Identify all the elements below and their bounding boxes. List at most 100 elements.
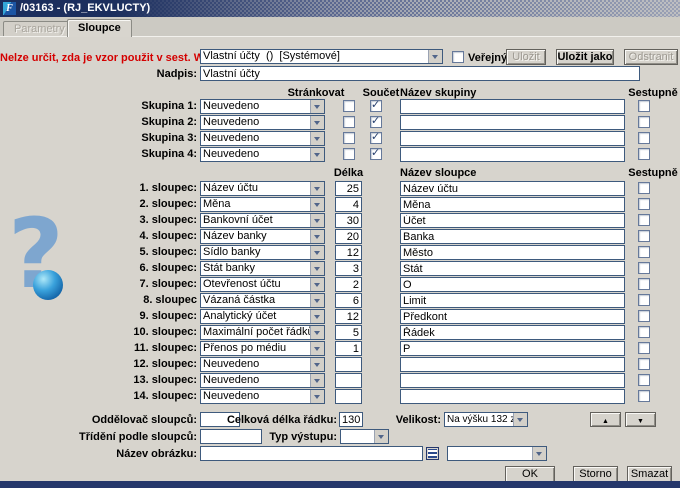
- chevron-down-icon[interactable]: [310, 182, 324, 195]
- sum-checkbox[interactable]: [370, 115, 382, 128]
- sum-checkbox[interactable]: [370, 147, 382, 160]
- chevron-down-icon[interactable]: [310, 294, 324, 307]
- chevron-down-icon[interactable]: [310, 278, 324, 291]
- length-input[interactable]: [335, 229, 362, 244]
- length-input[interactable]: [335, 309, 362, 324]
- group-source-select[interactable]: Neuvedeno: [200, 131, 325, 146]
- column-name-input[interactable]: [400, 325, 625, 340]
- column-source-select[interactable]: Analytický účet: [200, 309, 325, 324]
- descending-checkbox[interactable]: [638, 310, 650, 322]
- column-name-input[interactable]: [400, 309, 625, 324]
- column-source-select[interactable]: Vázaná částka: [200, 293, 325, 308]
- chevron-down-icon[interactable]: [310, 246, 324, 259]
- column-name-input[interactable]: [400, 245, 625, 260]
- descending-checkbox[interactable]: [638, 390, 650, 402]
- chevron-down-icon[interactable]: [310, 198, 324, 211]
- chevron-down-icon[interactable]: [513, 413, 527, 426]
- descending-checkbox[interactable]: [638, 246, 650, 258]
- descending-checkbox[interactable]: [638, 374, 650, 386]
- chevron-down-icon[interactable]: [310, 262, 324, 275]
- paginate-checkbox[interactable]: [343, 148, 355, 160]
- image-name-input[interactable]: [200, 446, 423, 461]
- column-source-select[interactable]: Otevřenost účtu: [200, 277, 325, 292]
- chevron-down-icon[interactable]: [310, 326, 324, 339]
- length-input[interactable]: [335, 245, 362, 260]
- save-button[interactable]: Uložit: [506, 49, 546, 65]
- descending-checkbox[interactable]: [638, 116, 650, 128]
- image-extra-select[interactable]: [447, 446, 547, 461]
- descending-checkbox[interactable]: [638, 358, 650, 370]
- column-source-select[interactable]: Neuvedeno: [200, 389, 325, 404]
- length-input[interactable]: [335, 261, 362, 276]
- chevron-down-icon[interactable]: [310, 310, 324, 323]
- column-source-select[interactable]: Neuvedeno: [200, 357, 325, 372]
- descending-checkbox[interactable]: [638, 342, 650, 354]
- chevron-down-icon[interactable]: [310, 342, 324, 355]
- column-name-input[interactable]: [400, 293, 625, 308]
- length-input[interactable]: [335, 197, 362, 212]
- descending-checkbox[interactable]: [638, 182, 650, 194]
- chevron-down-icon[interactable]: [532, 447, 546, 460]
- column-name-input[interactable]: [400, 197, 625, 212]
- tab-parametry[interactable]: Parametry: [3, 21, 76, 37]
- column-name-input[interactable]: [400, 181, 625, 196]
- chevron-down-icon[interactable]: [310, 358, 324, 371]
- group-source-select[interactable]: Neuvedeno: [200, 147, 325, 162]
- move-down-button[interactable]: ▼: [625, 412, 656, 427]
- chevron-down-icon[interactable]: [310, 132, 324, 145]
- chevron-down-icon[interactable]: [310, 116, 324, 129]
- column-name-input[interactable]: [400, 229, 625, 244]
- group-name-input[interactable]: [400, 131, 625, 146]
- column-name-input[interactable]: [400, 213, 625, 228]
- descending-checkbox[interactable]: [638, 100, 650, 112]
- column-source-select[interactable]: Název účtu: [200, 181, 325, 196]
- save-as-button[interactable]: Uložit jako: [556, 49, 614, 65]
- length-input[interactable]: [335, 341, 362, 356]
- column-name-input[interactable]: [400, 261, 625, 276]
- descending-checkbox[interactable]: [638, 326, 650, 338]
- paginate-checkbox[interactable]: [343, 132, 355, 144]
- descending-checkbox[interactable]: [638, 278, 650, 290]
- length-input[interactable]: [335, 373, 362, 388]
- sum-checkbox[interactable]: [370, 99, 382, 112]
- column-source-select[interactable]: Měna: [200, 197, 325, 212]
- length-input[interactable]: [335, 389, 362, 404]
- chevron-down-icon[interactable]: [310, 374, 324, 387]
- length-input[interactable]: [335, 213, 362, 228]
- length-input[interactable]: [335, 293, 362, 308]
- length-input[interactable]: [335, 277, 362, 292]
- column-name-input[interactable]: [400, 341, 625, 356]
- descending-checkbox[interactable]: [638, 132, 650, 144]
- tab-sloupce[interactable]: Sloupce: [67, 19, 132, 37]
- public-checkbox[interactable]: [452, 51, 464, 63]
- group-name-input[interactable]: [400, 99, 625, 114]
- descending-checkbox[interactable]: [638, 230, 650, 242]
- descending-checkbox[interactable]: [638, 262, 650, 274]
- paginate-checkbox[interactable]: [343, 100, 355, 112]
- delete-template-button[interactable]: Odstranit: [624, 49, 678, 65]
- output-type-select[interactable]: [340, 429, 389, 444]
- group-source-select[interactable]: Neuvedeno: [200, 115, 325, 130]
- column-source-select[interactable]: Maximální počet řádků: [200, 325, 325, 340]
- column-source-select[interactable]: Stát banky: [200, 261, 325, 276]
- descending-checkbox[interactable]: [638, 148, 650, 160]
- move-up-button[interactable]: ▲: [590, 412, 621, 427]
- column-source-select[interactable]: Bankovní účet: [200, 213, 325, 228]
- chevron-down-icon[interactable]: [310, 100, 324, 113]
- chevron-down-icon[interactable]: [374, 430, 388, 443]
- size-select[interactable]: Na výšku 132 zn.: [444, 412, 528, 427]
- length-input[interactable]: [335, 357, 362, 372]
- column-source-select[interactable]: Přenos po médiu: [200, 341, 325, 356]
- group-name-input[interactable]: [400, 115, 625, 130]
- chevron-down-icon[interactable]: [310, 214, 324, 227]
- column-name-input[interactable]: [400, 357, 625, 372]
- column-name-input[interactable]: [400, 373, 625, 388]
- descending-checkbox[interactable]: [638, 294, 650, 306]
- column-name-input[interactable]: [400, 389, 625, 404]
- column-name-input[interactable]: [400, 277, 625, 292]
- nadpis-input[interactable]: [200, 66, 640, 81]
- column-source-select[interactable]: Sídlo banky: [200, 245, 325, 260]
- descending-checkbox[interactable]: [638, 214, 650, 226]
- column-source-select[interactable]: Název banky: [200, 229, 325, 244]
- template-select[interactable]: Vlastní účty () [Systémové]: [200, 49, 443, 64]
